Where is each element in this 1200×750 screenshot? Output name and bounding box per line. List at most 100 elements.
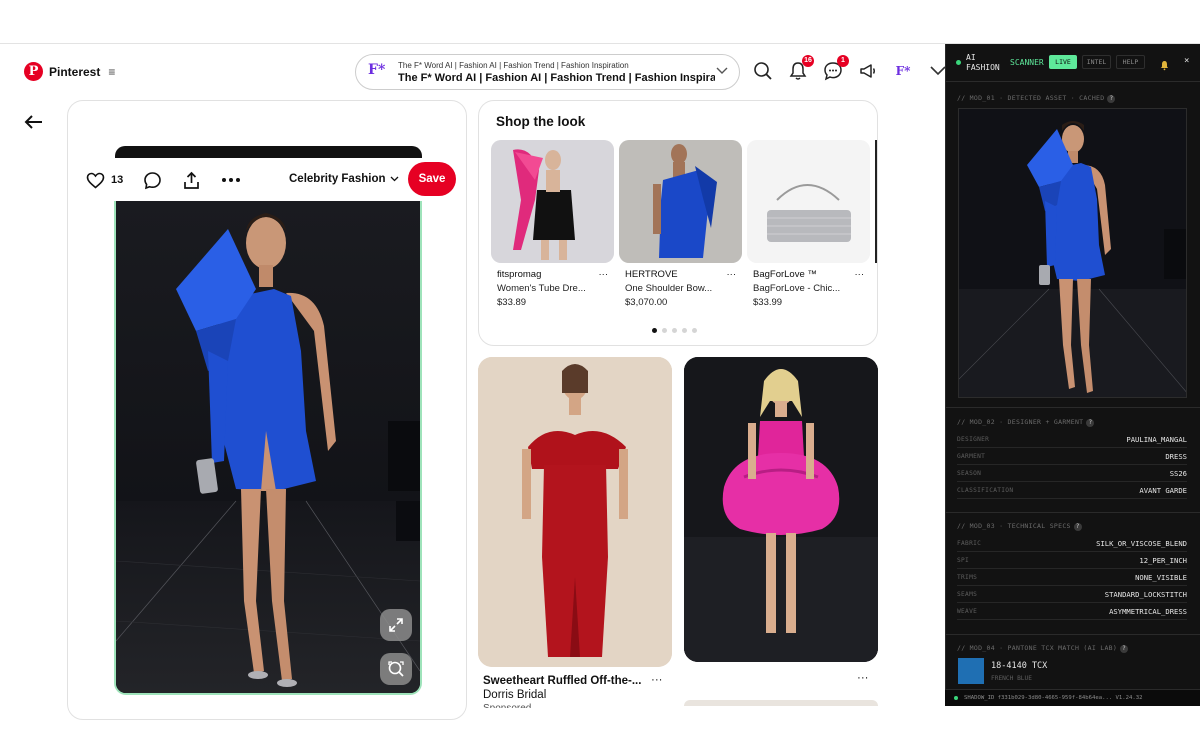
board-selector[interactable]: Celebrity Fashion (289, 173, 399, 185)
expand-icon[interactable] (380, 609, 412, 641)
product-name: BagForLove - Chic... (753, 283, 841, 294)
share-button[interactable] (182, 171, 201, 190)
comment-icon (144, 171, 162, 189)
tab-help[interactable]: HELP (1116, 55, 1145, 69)
mod-01-header: // MOD_01 · DETECTED ASSET · CACHED? (957, 94, 1116, 103)
profile-avatar[interactable]: F* (892, 60, 914, 82)
help-icon[interactable]: ? (1073, 523, 1082, 531)
tab-intel[interactable]: INTEL (1082, 55, 1111, 69)
megaphone-icon[interactable] (857, 60, 879, 82)
back-arrow-icon[interactable] (22, 110, 46, 134)
product-seller: HERTROVE (625, 269, 678, 280)
menu-icon[interactable]: ≡ (108, 65, 115, 79)
scanner-header: AI FASHION SCANNER LIVE INTEL HELP × (946, 44, 1200, 82)
next-product-peek (875, 140, 877, 263)
scanner-footer: SHADOW_ID f331b029-3d80-4665-959f-84b64e… (945, 689, 1200, 706)
product-more-icon[interactable]: ··· (727, 269, 737, 280)
grid-pin-more-icon[interactable]: ··· (857, 672, 869, 684)
product-image[interactable] (619, 140, 742, 263)
carousel-dot[interactable] (662, 328, 667, 333)
spec-row: TRIMS NONE_VISIBLE (957, 569, 1187, 586)
grid-pin-image[interactable] (478, 357, 672, 667)
like-button[interactable]: 13 (86, 172, 123, 189)
search-breadcrumb: The F* Word AI | Fashion AI | Fashion Tr… (398, 60, 629, 70)
more-icon (222, 178, 241, 182)
mod-02-header: // MOD_02 · DESIGNER + GARMENT? (957, 418, 1095, 427)
mod-03-header: // MOD_03 · TECHNICAL SPECS? (957, 522, 1082, 531)
search-query: The F* Word AI | Fashion AI | Fashion Tr… (398, 71, 715, 84)
product-price: $3,070.00 (625, 297, 668, 308)
chevron-down-icon[interactable] (715, 67, 729, 78)
product-name: One Shoulder Bow... (625, 283, 713, 294)
search-icon[interactable] (752, 60, 774, 82)
product-more-icon[interactable]: ··· (599, 269, 609, 280)
messages-count-badge: 1 (837, 55, 849, 67)
carousel-dot[interactable] (682, 328, 687, 333)
divider (946, 634, 1200, 635)
search-profile-badge: F* (368, 62, 386, 78)
spec-row: SPI 12_PER_INCH (957, 552, 1187, 569)
spec-row: GARMENT DRESS (957, 448, 1187, 465)
help-icon[interactable]: ? (1086, 419, 1095, 427)
runway-model-blue-dress-image (116, 201, 420, 693)
search-input[interactable]: F* The F* Word AI | Fashion AI | Fashion… (355, 54, 740, 90)
pinterest-logo[interactable]: P Pinterest ≡ (24, 62, 115, 81)
grid-pin-sponsored: Sponsored (483, 703, 531, 708)
grid-pin-more-icon[interactable]: ··· (651, 674, 663, 686)
ai-fashion-scanner-panel: AI FASHION SCANNER LIVE INTEL HELP × // … (945, 44, 1200, 706)
scanner-title: AI FASHION (966, 53, 1000, 72)
product-seller: fitspromag (497, 269, 542, 280)
carousel-dot[interactable] (692, 328, 697, 333)
product-card[interactable]: fitspromag ··· Women's Tube Dre... $33.89 (491, 140, 614, 308)
grid-pin-subtitle: Dorris Bridal (483, 689, 547, 701)
pantone-code: 18-4140 TCX (991, 661, 1048, 671)
help-icon[interactable]: ? (1120, 645, 1129, 653)
more-options-button[interactable] (221, 177, 241, 183)
grid-pin-image[interactable] (684, 357, 878, 662)
help-icon[interactable]: ? (1107, 95, 1116, 103)
status-dot (956, 60, 961, 65)
notifications-count-badge: 16 (802, 55, 814, 67)
product-image[interactable] (747, 140, 870, 263)
comment-button[interactable] (143, 171, 162, 190)
pantone-swatch (958, 658, 984, 684)
pantone-name: FRENCH BLUE (991, 675, 1032, 682)
spec-row: SEAMS STANDARD_LOCKSTITCH (957, 586, 1187, 603)
carousel-dot[interactable] (672, 328, 677, 333)
product-name: Women's Tube Dre... (497, 283, 586, 294)
like-count: 13 (111, 174, 124, 186)
brand-name: Pinterest (49, 64, 101, 79)
pin-closeup-card: 13 Celebrity Fashion Save (67, 100, 467, 720)
product-image[interactable] (491, 140, 614, 263)
tab-live[interactable]: LIVE (1049, 55, 1077, 69)
save-button[interactable]: Save (408, 162, 456, 196)
divider (946, 407, 1200, 408)
share-icon (184, 171, 200, 189)
pin-image[interactable] (114, 201, 422, 695)
bell-icon[interactable] (1159, 56, 1170, 75)
product-more-icon[interactable]: ··· (855, 269, 865, 280)
pinterest-logo-icon: P (24, 62, 43, 81)
close-icon[interactable]: × (1184, 56, 1189, 66)
board-name: Celebrity Fashion (289, 173, 386, 185)
spec-row: FABRIC SILK_OR_VISCOSE_BLEND (957, 535, 1187, 552)
product-seller: BagForLove ™ (753, 269, 817, 280)
visual-search-icon[interactable] (380, 653, 412, 685)
product-card[interactable]: HERTROVE ··· One Shoulder Bow... $3,070.0… (619, 140, 742, 308)
spec-row: SEASON SS26 (957, 465, 1187, 482)
shop-the-look-card: Shop the look fitspromag ··· Women's Tube… (478, 100, 878, 346)
carousel-dot[interactable] (652, 328, 657, 333)
grid-pin-title[interactable]: Sweetheart Ruffled Off-the-... (483, 675, 643, 687)
messages-icon[interactable]: 1 (822, 55, 849, 82)
spec-row: DESIGNER PAULINA_MANGAL (957, 431, 1187, 448)
scanner-title-accent: SCANNER (1010, 58, 1044, 67)
spec-row: WEAVE ASYMMETRICAL_DRESS (957, 603, 1187, 620)
chevron-down-icon (390, 176, 398, 182)
notifications-bell-icon[interactable]: 16 (787, 55, 814, 82)
carousel-dots (652, 328, 697, 333)
browser-top-strip (0, 0, 1200, 44)
product-price: $33.99 (753, 297, 783, 308)
spec-row: CLASSIFICATION AVANT GARDE (957, 482, 1187, 499)
product-card[interactable]: BagForLove ™ ··· BagForLove - Chic... $33… (747, 140, 870, 308)
mod-04-header: // MOD_04 · PANTONE TCX MATCH (AI LAB)? (957, 644, 1129, 653)
